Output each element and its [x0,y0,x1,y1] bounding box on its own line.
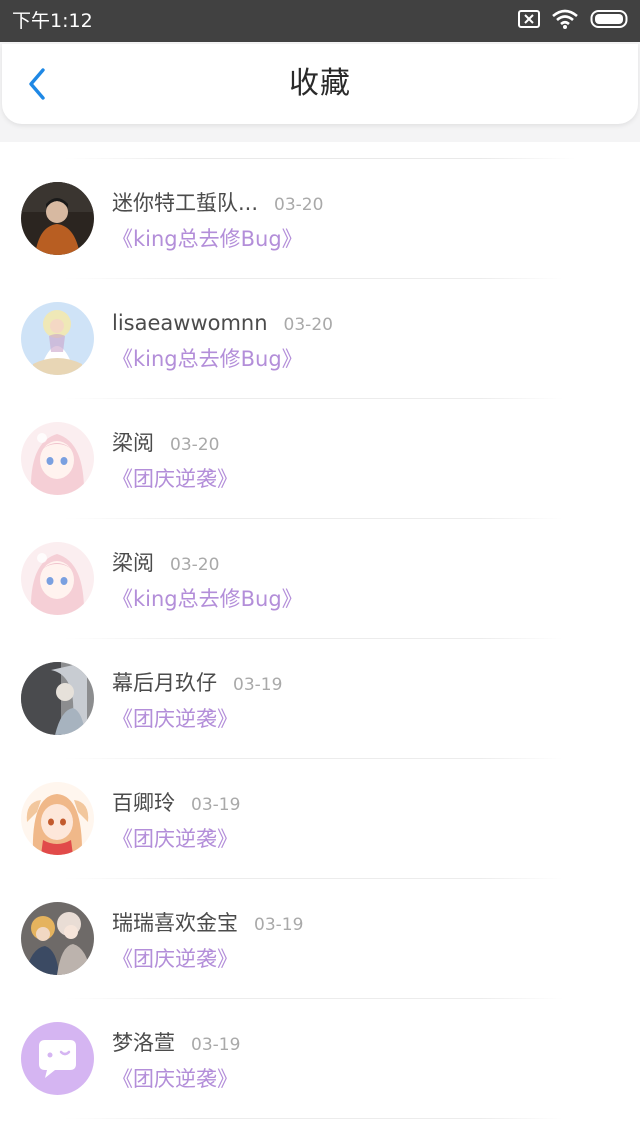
author-row: 梁阅 03-20 [112,548,219,580]
work-title-link[interactable]: 《团庆逆袭》 [112,944,238,974]
list-item[interactable]: 梁阅 03-20 《团庆逆袭》 [0,399,640,519]
avatar[interactable] [21,422,94,495]
author-name: 梁阅 [112,431,154,455]
list-item[interactable]: 迷你特工蜇队... 03-20 《king总去修Bug》 [0,159,640,279]
author-name: 迷你特工蜇队... [112,191,259,215]
status-bar: 下午1:12 [0,0,640,42]
list-item[interactable]: 梦洛萱 03-19 《团庆逆袭》 [0,999,640,1119]
date-label: 03-20 [170,555,220,575]
list-item[interactable]: 幕后月玖仔 03-19 《团庆逆袭》 [0,639,640,759]
work-title-link[interactable]: 《团庆逆袭》 [112,1064,238,1094]
author-row: 梦洛萱 03-19 [112,1028,240,1060]
avatar[interactable] [21,662,94,735]
avatar[interactable] [21,182,94,255]
author-row: 百卿玲 03-19 [112,788,240,820]
author-row: 幕后月玖仔 03-19 [112,668,282,700]
avatar[interactable] [21,302,94,375]
battery-icon [590,9,630,33]
avatar[interactable] [21,542,94,615]
date-label: 03-19 [233,675,283,695]
date-label: 03-19 [191,1035,241,1055]
author-row: 瑞瑞喜欢金宝 03-19 [112,908,303,940]
avatar[interactable] [21,1022,94,1095]
author-row: lisaeawwomnn 03-20 [112,308,333,340]
work-title-link[interactable]: 《king总去修Bug》 [112,584,303,614]
list-item[interactable]: lisaeawwomnn 03-20 《king总去修Bug》 [0,279,640,399]
author-name: 梦洛萱 [112,1031,175,1055]
work-title-link[interactable]: 《团庆逆袭》 [112,464,238,494]
author-row: 梁阅 03-20 [112,428,219,460]
list-item[interactable]: 瑞瑞喜欢金宝 03-19 《团庆逆袭》 [0,879,640,999]
work-title-link[interactable]: 《king总去修Bug》 [112,344,303,374]
page-title: 收藏 [289,66,351,101]
work-title-link[interactable]: 《团庆逆袭》 [112,704,238,734]
sim-off-icon [518,10,540,32]
date-label: 03-19 [191,795,241,815]
date-label: 03-20 [274,195,324,215]
author-name: 百卿玲 [112,791,175,815]
date-label: 03-20 [170,435,220,455]
author-name: 幕后月玖仔 [112,671,217,695]
work-title-link[interactable]: 《团庆逆袭》 [112,824,238,854]
avatar[interactable] [21,782,94,855]
wifi-icon [552,9,578,33]
list-item[interactable]: 百卿玲 03-19 《团庆逆袭》 [0,759,640,879]
header: 收藏 [0,42,640,142]
status-icons [518,9,630,33]
divider [0,1118,640,1119]
author-row: 迷你特工蜇队... 03-20 [112,188,323,220]
header-card: 收藏 [2,44,638,124]
status-time: 下午1:12 [12,10,93,32]
work-title-link[interactable]: 《king总去修Bug》 [112,224,303,254]
date-label: 03-20 [283,315,333,335]
author-name: 梁阅 [112,551,154,575]
list-item[interactable]: 梁阅 03-20 《king总去修Bug》 [0,519,640,639]
avatar[interactable] [21,902,94,975]
date-label: 03-19 [254,915,304,935]
author-name: 瑞瑞喜欢金宝 [112,911,238,935]
author-name: lisaeawwomnn [112,311,268,335]
